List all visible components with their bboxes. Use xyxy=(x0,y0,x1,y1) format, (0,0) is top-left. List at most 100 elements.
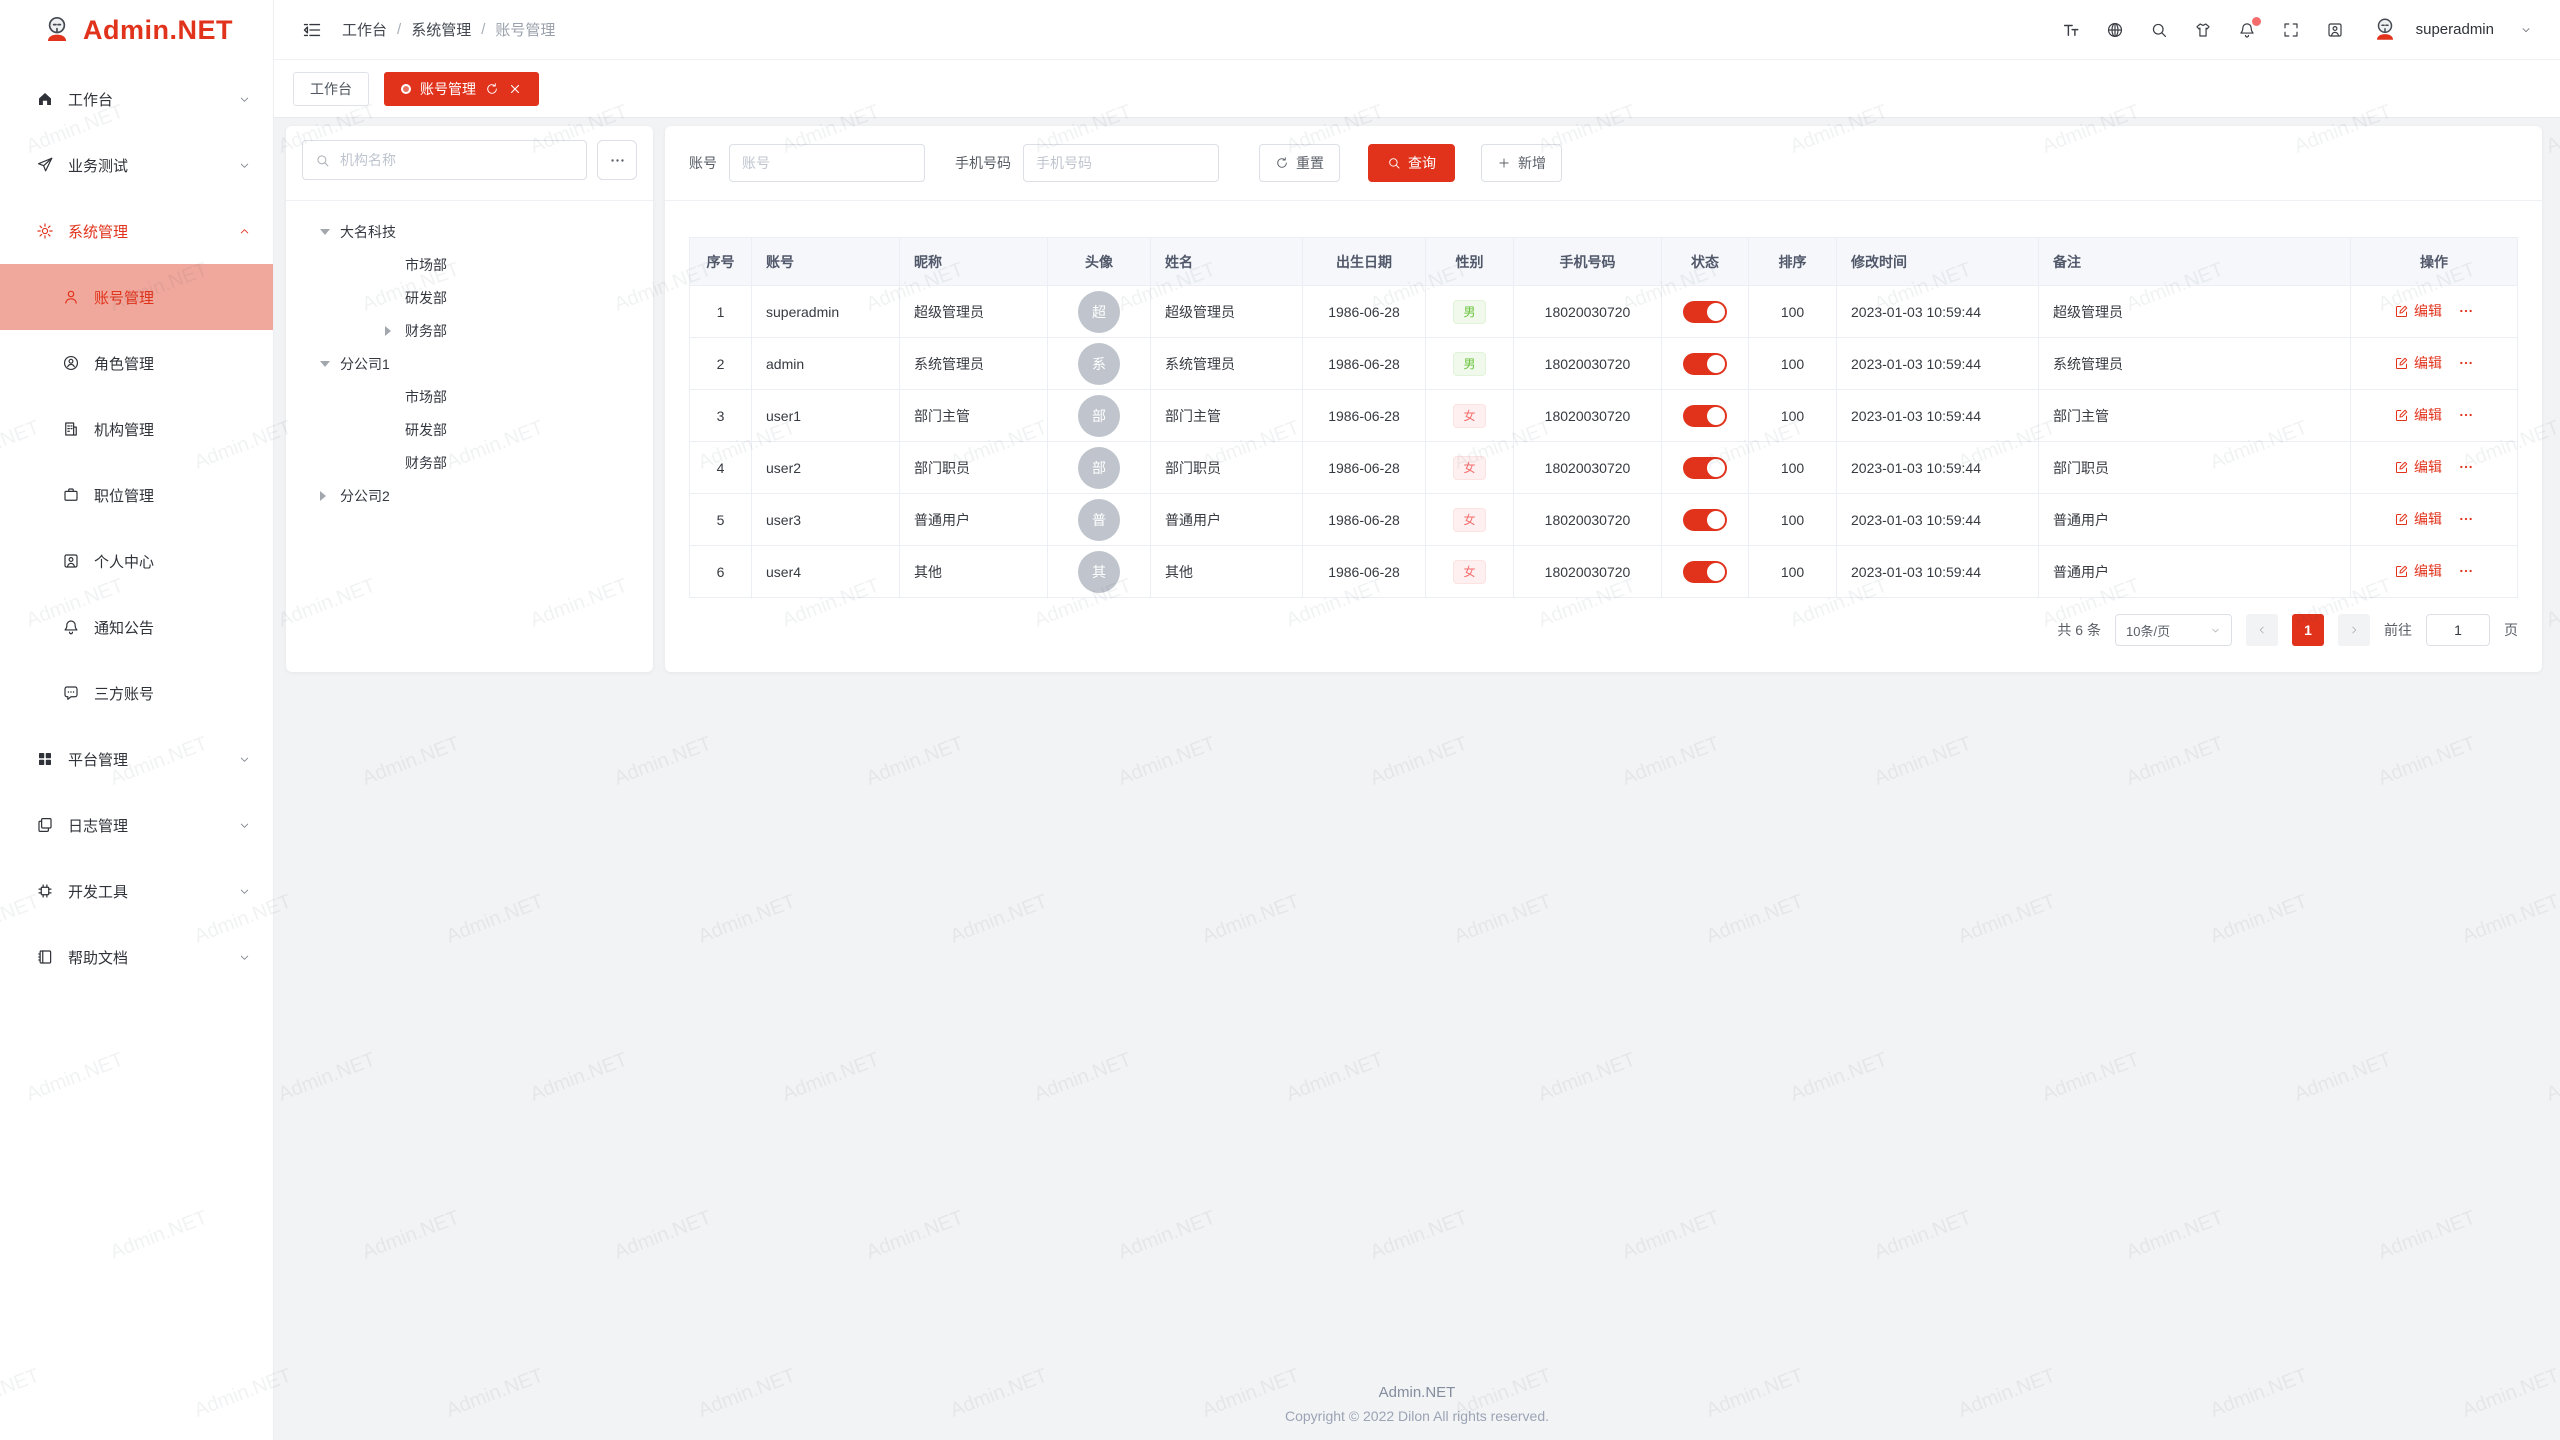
more-actions-icon[interactable] xyxy=(2458,459,2474,475)
tree-node[interactable]: 财务部 xyxy=(294,314,645,347)
tab-account-management[interactable]: 账号管理 xyxy=(384,72,539,106)
edit-button[interactable]: 编辑 xyxy=(2394,405,2442,425)
user-avatar[interactable] xyxy=(2370,15,2400,45)
more-actions-icon[interactable] xyxy=(2458,511,2474,527)
status-toggle[interactable] xyxy=(1683,353,1727,375)
edit-icon xyxy=(2394,356,2409,371)
toggle-knob xyxy=(1707,459,1725,477)
goto-label: 前往 xyxy=(2384,620,2412,640)
cell-birth_date: 1986-06-28 xyxy=(1328,304,1400,320)
org-search-input[interactable] xyxy=(338,151,574,169)
status-toggle[interactable] xyxy=(1683,509,1727,531)
sidebar-item-notice-announcement[interactable]: 通知公告 xyxy=(0,594,273,660)
breadcrumb-item[interactable]: 系统管理 xyxy=(411,19,471,40)
tree-more-button[interactable] xyxy=(597,140,637,180)
sidebar-item-org-management[interactable]: 机构管理 xyxy=(0,396,273,462)
reset-button[interactable]: 重置 xyxy=(1259,144,1340,182)
cell-remark: 超级管理员 xyxy=(2053,304,2123,320)
cell-name: 部门职员 xyxy=(1165,460,1221,476)
gender-badge: 女 xyxy=(1453,404,1485,428)
accounts-panel: 账号 手机号码 重置 查询 新增 序号账号昵称头像姓名 xyxy=(665,126,2542,672)
edit-icon xyxy=(2394,564,2409,579)
table-row: 3user1部门主管部部门主管1986-06-28女18020030720100… xyxy=(690,390,2518,442)
page-1-button[interactable]: 1 xyxy=(2292,614,2324,646)
third-party-account-icon xyxy=(62,684,80,702)
sidebar-item-role-management[interactable]: 角色管理 xyxy=(0,330,273,396)
collapse-sidebar-icon[interactable] xyxy=(302,20,322,40)
tree-node[interactable]: 大名科技 xyxy=(294,215,645,248)
tree-node[interactable]: 市场部 xyxy=(294,380,645,413)
edit-button[interactable]: 编辑 xyxy=(2394,457,2442,477)
edit-button[interactable]: 编辑 xyxy=(2394,561,2442,581)
cell-birth_date: 1986-06-28 xyxy=(1328,460,1400,476)
tree-node[interactable]: 市场部 xyxy=(294,248,645,281)
more-actions-icon[interactable] xyxy=(2458,407,2474,423)
prev-page-button[interactable] xyxy=(2246,614,2278,646)
edit-button[interactable]: 编辑 xyxy=(2394,509,2442,529)
edit-button[interactable]: 编辑 xyxy=(2394,301,2442,321)
sidebar-item-account-management[interactable]: 账号管理 xyxy=(0,264,273,330)
language-icon[interactable] xyxy=(2106,21,2124,39)
breadcrumb-item[interactable]: 工作台 xyxy=(342,19,387,40)
next-page-button[interactable] xyxy=(2338,614,2370,646)
profile-icon[interactable] xyxy=(2326,21,2344,39)
dev-tools-icon xyxy=(36,882,54,900)
chevron-right-icon xyxy=(2348,624,2360,636)
tree-expand-icon[interactable] xyxy=(320,361,340,367)
sidebar-item-personal-center[interactable]: 个人中心 xyxy=(0,528,273,594)
more-actions-icon[interactable] xyxy=(2458,563,2474,579)
search-icon[interactable] xyxy=(2150,21,2168,39)
more-actions-icon[interactable] xyxy=(2458,303,2474,319)
cell-account: superadmin xyxy=(766,304,839,320)
sidebar-item-platform-management[interactable]: 平台管理 xyxy=(0,726,273,792)
tree-node[interactable]: 分公司2 xyxy=(294,479,645,512)
tree-expand-icon[interactable] xyxy=(385,326,405,336)
sidebar-item-log-management[interactable]: 日志管理 xyxy=(0,792,273,858)
sidebar-item-system-management[interactable]: 系统管理 xyxy=(0,198,273,264)
sidebar-item-workbench[interactable]: 工作台 xyxy=(0,66,273,132)
tree-node[interactable]: 研发部 xyxy=(294,281,645,314)
chevron-down-icon xyxy=(238,819,251,832)
cell-account: user2 xyxy=(766,460,801,476)
tree-expand-icon[interactable] xyxy=(320,229,340,235)
notification-badge xyxy=(2252,17,2261,26)
account-filter-input[interactable] xyxy=(729,144,925,182)
chevron-down-icon[interactable] xyxy=(2520,24,2532,36)
sidebar-item-third-party-account[interactable]: 三方账号 xyxy=(0,660,273,726)
theme-icon[interactable] xyxy=(2194,21,2212,39)
edit-button[interactable]: 编辑 xyxy=(2394,353,2442,373)
sidebar-item-position-management[interactable]: 职位管理 xyxy=(0,462,273,528)
workbench-icon xyxy=(36,90,54,108)
cell-modified: 2023-01-03 10:59:44 xyxy=(1851,304,1981,320)
tree-node[interactable]: 研发部 xyxy=(294,413,645,446)
more-actions-icon[interactable] xyxy=(2458,355,2474,371)
close-tab-icon[interactable] xyxy=(508,82,522,96)
page-size-select[interactable]: 10条/页 xyxy=(2115,614,2232,646)
font-size-icon[interactable] xyxy=(2062,21,2080,39)
refresh-tab-icon[interactable] xyxy=(485,82,499,96)
tab-workbench[interactable]: 工作台 xyxy=(293,72,369,106)
cell-sort: 100 xyxy=(1781,408,1804,424)
tree-node[interactable]: 财务部 xyxy=(294,446,645,479)
filter-bar: 账号 手机号码 重置 查询 新增 xyxy=(665,126,2542,200)
status-toggle[interactable] xyxy=(1683,301,1727,323)
status-toggle[interactable] xyxy=(1683,405,1727,427)
add-button[interactable]: 新增 xyxy=(1481,144,1562,182)
sidebar-item-dev-tools[interactable]: 开发工具 xyxy=(0,858,273,924)
query-button[interactable]: 查询 xyxy=(1368,144,1455,182)
phone-filter-input[interactable] xyxy=(1023,144,1219,182)
username[interactable]: superadmin xyxy=(2416,21,2494,38)
cell-remark: 系统管理员 xyxy=(2053,356,2123,372)
column-header-gender: 性别 xyxy=(1426,238,1514,286)
sidebar-item-help-docs[interactable]: 帮助文档 xyxy=(0,924,273,990)
tree-node[interactable]: 分公司1 xyxy=(294,347,645,380)
sidebar-item-business-test[interactable]: 业务测试 xyxy=(0,132,273,198)
status-toggle[interactable] xyxy=(1683,561,1727,583)
fullscreen-icon[interactable] xyxy=(2282,21,2300,39)
gender-badge: 男 xyxy=(1453,300,1485,324)
goto-page-input[interactable] xyxy=(2426,614,2490,646)
edit-icon xyxy=(2394,512,2409,527)
notification-button[interactable] xyxy=(2238,21,2256,39)
status-toggle[interactable] xyxy=(1683,457,1727,479)
tree-expand-icon[interactable] xyxy=(320,491,340,501)
